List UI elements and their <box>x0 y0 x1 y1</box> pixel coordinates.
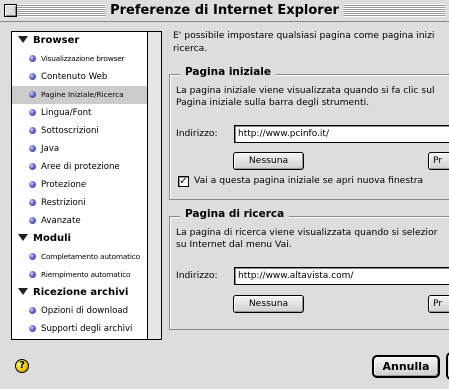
sidebar-scrollbar[interactable] <box>147 32 161 339</box>
sidebar-item-label: Pagine Iniziale/Ricerca <box>41 90 124 99</box>
sidebar-item-label: Opzioni di download <box>41 306 129 316</box>
intro-line: E' possibile impostare qualsiasi pagina … <box>173 30 435 41</box>
sidebar-item-aree-di-protezione[interactable]: Aree di protezione <box>12 158 147 176</box>
group-label: Moduli <box>33 233 71 244</box>
bullet-icon <box>29 217 36 224</box>
sidebar-item-label: Supporti degli archivi <box>41 324 133 334</box>
sidebar-item-supporti-degli-archivi[interactable]: Supporti degli archivi <box>12 320 147 338</box>
bullet-icon <box>29 55 36 62</box>
group-moduli[interactable]: Moduli <box>12 230 147 248</box>
sidebar-item-label: Java <box>41 144 60 154</box>
new-window-checkbox[interactable]: ✓ <box>178 176 189 187</box>
sidebar-item-label: Lingua/Font <box>41 108 92 118</box>
bullet-icon <box>29 271 36 278</box>
home-address-input[interactable]: http://www.pcinfo.it/ <box>234 125 449 143</box>
sidebar-item-label: Sottoscrizioni <box>41 126 99 136</box>
sidebar-item-avanzate[interactable]: Avanzate <box>12 212 147 230</box>
search-page-group: Pagina di ricerca La pagina di ricerca v… <box>169 208 449 330</box>
home-page-group: Pagina iniziale La pagina iniziale viene… <box>169 66 449 200</box>
cancel-button[interactable]: Annulla <box>372 355 440 378</box>
search-address-input[interactable]: http://www.altavista.com/ <box>234 267 449 285</box>
sidebar-item-contenuto-web[interactable]: Contenuto Web <box>12 68 147 86</box>
sidebar-item-label: Restrizioni <box>41 198 86 208</box>
intro-text: E' possibile impostare qualsiasi pagina … <box>173 29 449 55</box>
description-line: La pagina iniziale viene visualizzata qu… <box>176 85 435 96</box>
sidebar-item-label: Contenuto Web <box>41 72 108 82</box>
bullet-icon <box>29 109 36 116</box>
bullet-icon <box>29 127 36 134</box>
search-none-button[interactable]: Nessuna <box>233 295 304 313</box>
sidebar-item-label: Completamento automatico <box>41 252 140 261</box>
sidebar-item-protezione[interactable]: Protezione <box>12 176 147 194</box>
search-page-heading: Pagina di ricerca <box>180 208 290 220</box>
sidebar-item-riempimento-automatico[interactable]: Riempimento automatico <box>12 266 147 284</box>
sidebar-item-completamento-automatico[interactable]: Completamento automatico <box>12 248 147 266</box>
home-page-heading: Pagina iniziale <box>180 66 277 78</box>
description-line: su Internet dal menu Vai. <box>176 239 292 250</box>
bullet-icon <box>29 91 36 98</box>
sidebar-item-label: Avanzate <box>41 216 81 226</box>
bullet-icon <box>29 163 36 170</box>
title-bar[interactable]: Preferenze di Internet Explorer <box>0 0 449 22</box>
intro-line: ricerca. <box>173 43 208 54</box>
sidebar-item-label: Visualizzazione browser <box>41 54 125 63</box>
bullet-icon <box>29 181 36 188</box>
sidebar-item-pagina-iniziale-ricerca[interactable]: Pagine Iniziale/Ricerca <box>12 86 147 104</box>
sidebar-item-sottoscrizioni[interactable]: Sottoscrizioni <box>12 122 147 140</box>
window-title: Preferenze di Internet Explorer <box>105 2 344 19</box>
bullet-icon <box>29 253 36 260</box>
help-icon[interactable]: ? <box>15 359 29 373</box>
disclosure-triangle-icon[interactable] <box>18 287 28 295</box>
sidebar-item-lingua-font[interactable]: Lingua/Font <box>12 104 147 122</box>
preferences-sidebar: Browser Visualizzazione browser Contenut… <box>11 31 162 340</box>
group-label: Ricezione archivi <box>33 287 129 298</box>
group-browser[interactable]: Browser <box>12 32 147 50</box>
close-box[interactable] <box>4 4 17 17</box>
bullet-icon <box>29 325 36 332</box>
description-line: Pagina iniziale sulla barra degli strume… <box>176 97 370 108</box>
sidebar-item-opzioni-di-download[interactable]: Opzioni di download <box>12 302 147 320</box>
sidebar-item-visualizzazione-browser[interactable]: Visualizzazione browser <box>12 50 147 68</box>
search-page-description: La pagina di ricerca viene visualizzata … <box>176 227 437 251</box>
home-current-page-button[interactable]: Pr <box>428 152 449 170</box>
bullet-icon <box>29 307 36 314</box>
disclosure-triangle-icon[interactable] <box>18 233 28 241</box>
sidebar-item-label: Protezione <box>41 180 87 190</box>
sidebar-item-java[interactable]: Java <box>12 140 147 158</box>
group-ricezione-archivi[interactable]: Ricezione archivi <box>12 284 147 302</box>
home-address-label: Indirizzo: <box>176 128 218 139</box>
disclosure-triangle-icon[interactable] <box>18 35 28 43</box>
description-line: La pagina di ricerca viene visualizzata … <box>176 227 438 238</box>
sidebar-item-label: Aree di protezione <box>41 162 120 172</box>
bullet-icon <box>29 199 36 206</box>
home-none-button[interactable]: Nessuna <box>233 152 304 170</box>
preferences-list: Browser Visualizzazione browser Contenut… <box>12 32 147 338</box>
bullet-icon <box>29 145 36 152</box>
sidebar-item-restrizioni[interactable]: Restrizioni <box>12 194 147 212</box>
bullet-icon <box>29 73 36 80</box>
group-label: Browser <box>33 35 80 46</box>
home-page-description: La pagina iniziale viene visualizzata qu… <box>176 85 435 109</box>
search-address-label: Indirizzo: <box>176 270 218 281</box>
sidebar-item-label: Riempimento automatico <box>41 270 131 279</box>
new-window-checkbox-label: Vai a questa pagina iniziale se apri nuo… <box>194 175 424 186</box>
search-current-page-button[interactable]: Pr <box>428 295 449 313</box>
